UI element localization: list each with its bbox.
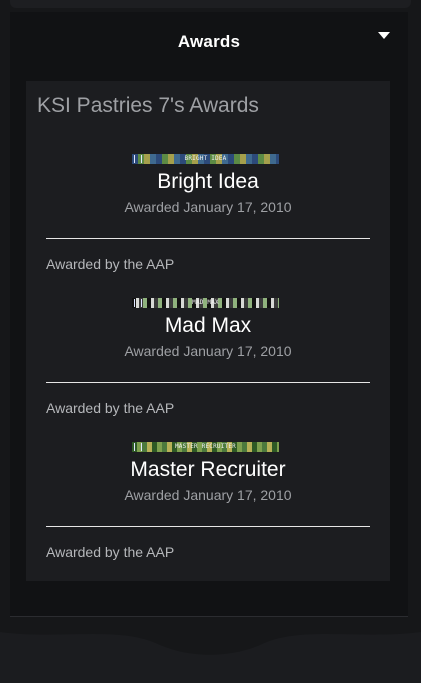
divider [46, 238, 370, 239]
divider [46, 382, 370, 383]
chevron-down-icon[interactable] [378, 32, 390, 39]
award-name: Master Recruiter [130, 458, 286, 481]
award-date: Awarded January 17, 2010 [124, 199, 292, 215]
award-date: Awarded January 17, 2010 [124, 487, 292, 503]
award-item-bright-idea: BRIGHT IDEA Bright Idea Awarded January … [26, 154, 390, 298]
divider [46, 526, 370, 527]
card-title: KSI Pastries 7's Awards [37, 94, 259, 117]
award-item-master-recruiter: MASTER RECRUITER Master Recruiter Awarde… [26, 442, 390, 586]
awarded-by: Awarded by the AAP [46, 256, 175, 272]
award-banner: BRIGHT IDEA [132, 154, 279, 164]
award-date: Awarded January 17, 2010 [124, 343, 292, 359]
page-title: Awards [177, 32, 241, 51]
banner-text: MASTER RECRUITER [175, 443, 236, 450]
award-name: Bright Idea [157, 170, 259, 193]
awards-card: KSI Pastries 7's Awards BRIGHT IDEA Brig… [26, 81, 390, 581]
award-name: Mad Max [164, 314, 252, 337]
top-strip [10, 0, 411, 8]
award-item-mad-max: MAD MAX Mad Max Awarded January 17, 2010… [26, 298, 390, 442]
awarded-by: Awarded by the AAP [46, 544, 175, 560]
award-banner: MASTER RECRUITER [132, 442, 279, 452]
awards-header[interactable]: Awards [16, 12, 402, 74]
awarded-by: Awarded by the AAP [46, 400, 175, 416]
awards-panel: Awards KSI Pastries 7's Awards BRIGHT ID… [10, 12, 408, 617]
footer-curve [0, 632, 421, 683]
banner-text: BRIGHT IDEA [184, 155, 227, 162]
banner-text: MAD MAX [192, 299, 219, 306]
award-banner: MAD MAX [132, 298, 279, 308]
